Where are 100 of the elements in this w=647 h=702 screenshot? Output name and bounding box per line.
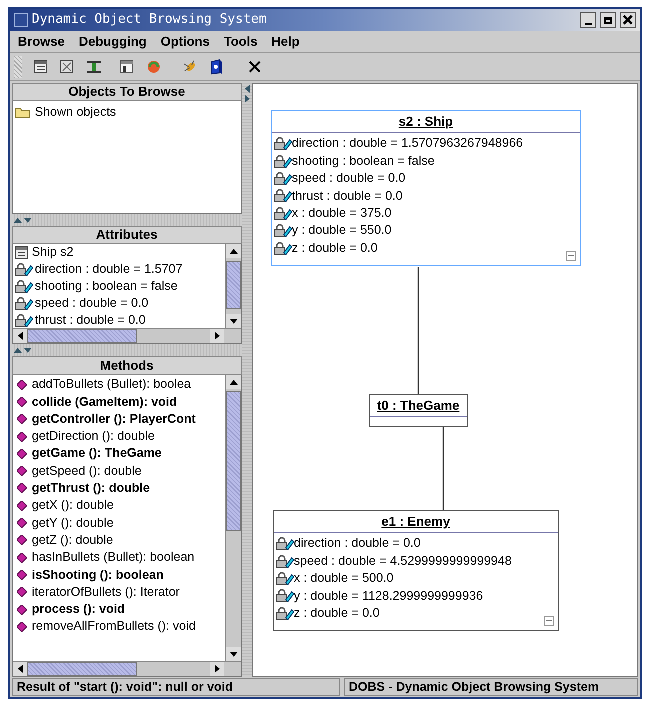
menu-item[interactable]: Tools bbox=[224, 32, 258, 52]
down-arrow-icon[interactable] bbox=[230, 318, 238, 324]
attribute-text: shooting : boolean = false bbox=[292, 152, 435, 170]
menu-item[interactable]: Options bbox=[160, 32, 210, 52]
list-item[interactable]: getZ (): double bbox=[32, 530, 114, 550]
diamond-icon bbox=[17, 535, 27, 546]
lock-icon bbox=[276, 572, 294, 585]
panel-header: Objects To Browse bbox=[12, 83, 242, 101]
diamond-icon bbox=[17, 500, 27, 511]
list-item[interactable]: collide (GameItem): void bbox=[32, 392, 178, 412]
list-item[interactable]: getDirection (): double bbox=[32, 427, 155, 446]
attribute-text: y : double = 550.0 bbox=[292, 222, 392, 240]
list-item[interactable]: removeAllFromBullets (): void bbox=[32, 617, 196, 636]
up-arrow-icon[interactable] bbox=[230, 248, 238, 254]
left-right-arrows-icon[interactable] bbox=[244, 85, 250, 103]
close-icon[interactable] bbox=[248, 60, 262, 74]
list-item[interactable]: speed : double = 0.0 bbox=[35, 294, 149, 313]
maximize-button[interactable] bbox=[600, 12, 616, 28]
list-item[interactable]: shooting : boolean = false bbox=[35, 277, 178, 296]
list-item[interactable]: Ship s2 bbox=[32, 244, 74, 262]
up-down-arrows-icon[interactable] bbox=[14, 217, 32, 223]
lock-icon bbox=[276, 606, 294, 620]
window-icon bbox=[15, 246, 28, 259]
lock-icon bbox=[274, 189, 292, 202]
object-node[interactable]: s2 : Ship direction : double = 1.5707963267948966 shooting : boolean = false speed : double = 0.0 thrust : double = 0.0 x : double = 375.0 y : double = 550.0 z : double = 0.0 bbox=[271, 110, 581, 266]
list-item[interactable]: addToBullets (Bullet): boolea bbox=[32, 375, 192, 394]
object-title: t0 : TheGame bbox=[377, 396, 460, 415]
list-item[interactable]: getX (): double bbox=[32, 496, 114, 516]
list-item[interactable]: getSpeed (): double bbox=[32, 462, 142, 481]
vertical-scrollbar[interactable] bbox=[225, 375, 241, 661]
left-arrow-icon[interactable] bbox=[18, 665, 22, 673]
diamond-icon bbox=[17, 570, 27, 580]
list-item[interactable]: isShooting (): boolean bbox=[32, 566, 164, 584]
panel-header: Attributes bbox=[12, 226, 242, 244]
right-arrow-icon[interactable] bbox=[214, 332, 220, 340]
attribute-text: direction : double = 1.5707963267948966 bbox=[292, 135, 524, 152]
list-item[interactable]: getThrust (): double bbox=[32, 479, 150, 498]
list-item[interactable]: hasInBullets (Bullet): boolean bbox=[32, 548, 195, 567]
diamond-icon bbox=[17, 414, 27, 424]
diamond-icon bbox=[17, 552, 27, 563]
menu-item[interactable]: Help bbox=[272, 32, 300, 52]
lock-icon bbox=[276, 589, 294, 602]
vertical-scrollbar[interactable] bbox=[225, 244, 241, 328]
lock-icon bbox=[274, 137, 292, 150]
horizontal-scrollbar[interactable] bbox=[13, 328, 241, 343]
list-item[interactable]: process (): void bbox=[32, 600, 126, 619]
panel-header: Methods bbox=[12, 356, 242, 375]
attribute-text: speed : double = 4.5299999999999948 bbox=[294, 552, 512, 570]
attribute-text: z : double = 0.0 bbox=[292, 240, 378, 257]
refresh-icon[interactable] bbox=[146, 58, 162, 74]
lock-icon bbox=[15, 280, 33, 293]
list-item[interactable]: iteratorOfBullets (): Iterator bbox=[32, 582, 180, 602]
diamond-icon bbox=[17, 396, 27, 407]
object-title: e1 : Enemy bbox=[382, 512, 450, 531]
list-item[interactable]: getController (): PlayerCont bbox=[32, 410, 196, 429]
horizontal-scrollbar[interactable] bbox=[13, 661, 241, 676]
diamond-icon bbox=[17, 448, 27, 459]
collapse-icon[interactable] bbox=[544, 616, 554, 626]
window-icon bbox=[14, 13, 28, 27]
up-arrow-icon[interactable] bbox=[230, 380, 238, 384]
up-down-arrows-icon[interactable] bbox=[14, 347, 32, 353]
down-arrow-icon[interactable] bbox=[230, 652, 238, 656]
diamond-icon bbox=[17, 432, 27, 442]
object-node[interactable]: e1 : Enemy direction : double = 0.0 speed : double = 4.5299999999999948 x : double = 500.0 y : double = 1128.2999999999936 z : double = 0.0 bbox=[273, 510, 559, 631]
image-icon[interactable] bbox=[60, 60, 74, 74]
collapse-icon[interactable] bbox=[566, 250, 576, 261]
lock-icon bbox=[274, 154, 292, 168]
minimize-button[interactable] bbox=[580, 12, 596, 28]
menu-item[interactable]: Browse bbox=[18, 32, 65, 52]
lock-icon bbox=[276, 537, 294, 550]
toolbar-grip[interactable] bbox=[14, 56, 22, 78]
lock-icon bbox=[274, 206, 292, 220]
book-icon[interactable] bbox=[210, 58, 224, 74]
attribute-text: direction : double = 0.0 bbox=[294, 535, 421, 552]
beam-icon[interactable] bbox=[86, 60, 102, 74]
object-node[interactable]: t0 : TheGame bbox=[369, 394, 468, 427]
right-arrow-icon[interactable] bbox=[214, 665, 220, 673]
close-button[interactable] bbox=[620, 12, 636, 28]
lock-icon bbox=[276, 554, 294, 568]
status-app-name: DOBS - Dynamic Object Browsing System bbox=[344, 678, 638, 696]
diamond-icon bbox=[17, 466, 27, 476]
window-icon[interactable] bbox=[34, 60, 48, 74]
diamond-icon bbox=[17, 604, 27, 614]
bug-icon[interactable] bbox=[182, 58, 198, 74]
attribute-text: thrust : double = 0.0 bbox=[292, 188, 403, 204]
attribute-text: z : double = 0.0 bbox=[294, 604, 380, 622]
list-item[interactable]: getY (): double bbox=[32, 514, 114, 532]
lock-icon bbox=[274, 242, 292, 255]
window-title: Dynamic Object Browsing System bbox=[32, 11, 267, 30]
lock-icon bbox=[15, 297, 33, 310]
calendar-icon[interactable] bbox=[120, 60, 134, 74]
list-item[interactable]: thrust : double = 0.0 bbox=[35, 311, 146, 328]
tree-item[interactable]: Shown objects bbox=[35, 103, 116, 122]
menu-item[interactable]: Debugging bbox=[78, 32, 147, 52]
list-item[interactable]: direction : double = 1.5707 bbox=[35, 260, 183, 279]
attribute-text: y : double = 1128.2999999999936 bbox=[294, 588, 484, 605]
list-item[interactable]: getGame (): TheGame bbox=[32, 444, 162, 464]
left-arrow-icon[interactable] bbox=[18, 332, 22, 340]
diamond-icon bbox=[17, 483, 27, 494]
attribute-text: x : double = 500.0 bbox=[294, 570, 394, 588]
